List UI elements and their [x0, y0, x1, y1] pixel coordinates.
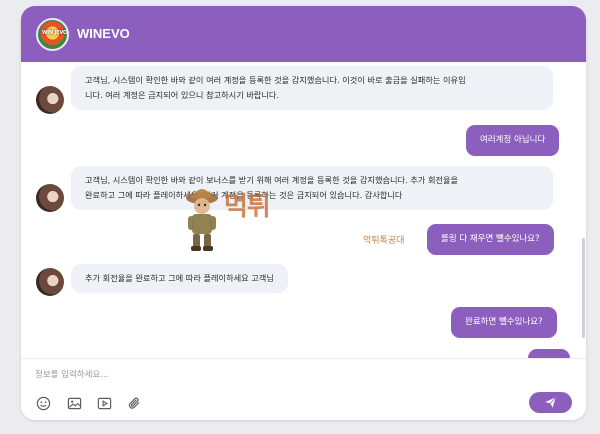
watermark-subtext: 먹튀톡공대 — [363, 236, 405, 246]
video-icon[interactable] — [96, 395, 112, 411]
message-outgoing: 여러계정 아닙니다 — [466, 125, 560, 156]
message-outgoing: 완료하면 뺄수있나요? — [451, 307, 557, 338]
agent-avatar — [36, 184, 64, 212]
send-button[interactable] — [529, 392, 572, 413]
watermark-text: 먹튀 — [224, 192, 271, 222]
watermark: 먹튀 — [182, 184, 322, 254]
brand-logo-text: WIN JEVO — [41, 30, 67, 36]
composer — [21, 358, 586, 420]
message-input[interactable] — [35, 367, 555, 383]
message-line: 니다. 여러 계정은 금지되어 있으니 참고하시기 바랍니다. — [85, 90, 280, 100]
brand-logo: WIN JEVO — [36, 18, 69, 51]
message-incoming: 추가 회전율을 완료하고 그에 따라 플레이하세요 고객님 — [71, 264, 288, 293]
message-incoming: 고객님, 시스템이 확인한 바와 같이 여러 계정을 등록한 것을 감지했습니다… — [71, 66, 553, 110]
mascot-icon — [186, 189, 218, 251]
attachment-icon[interactable] — [126, 395, 142, 411]
image-icon[interactable] — [66, 395, 82, 411]
chat-title: WINEVO — [77, 26, 130, 41]
scrollbar[interactable] — [582, 238, 585, 338]
send-icon — [545, 396, 557, 408]
emoji-icon[interactable] — [35, 395, 51, 411]
message-outgoing-partial — [528, 349, 570, 358]
agent-avatar — [36, 268, 64, 296]
chat-header: WIN JEVO WINEVO — [21, 6, 586, 62]
agent-avatar — [36, 86, 64, 114]
message-line: 고객님, 시스템이 확인한 바와 같이 여러 계정을 등록한 것을 감지했습니다… — [85, 75, 466, 85]
message-outgoing: 롤링 다 채우면 뺄수있나요? — [427, 224, 554, 255]
